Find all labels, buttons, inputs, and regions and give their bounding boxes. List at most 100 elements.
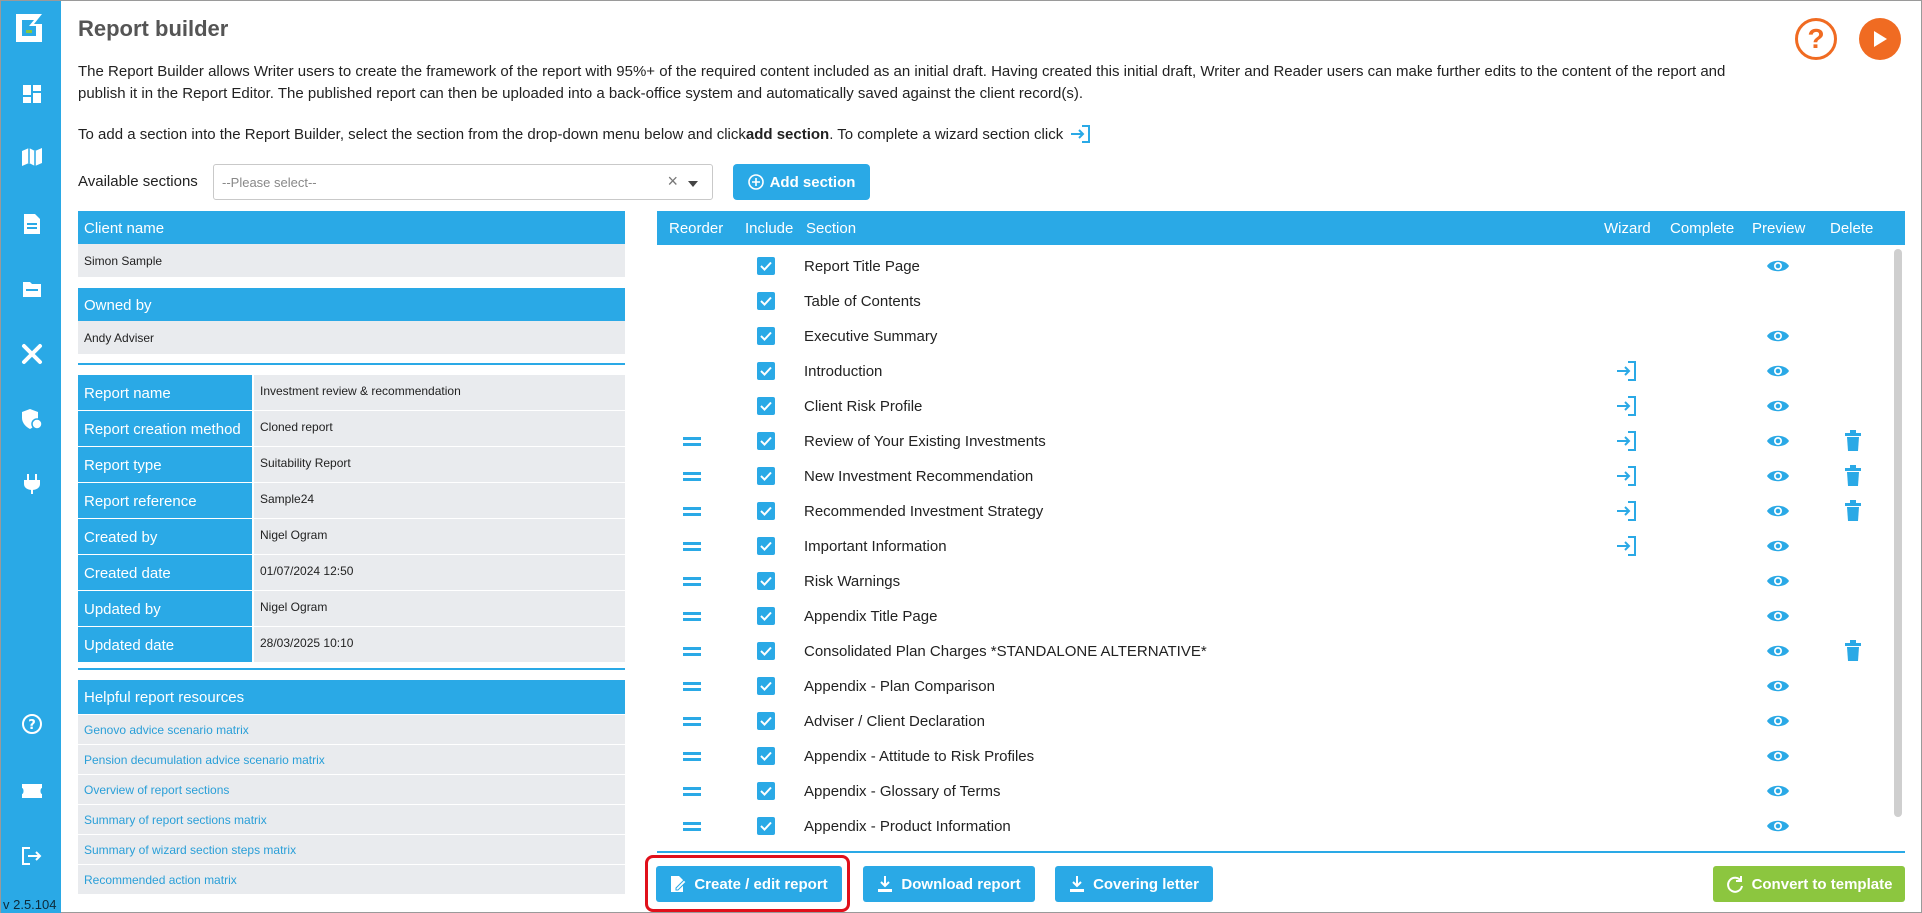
include-checkbox[interactable] <box>757 292 775 310</box>
resource-link[interactable]: Recommended action matrix <box>78 865 625 894</box>
available-sections-select[interactable]: --Please select-- × <box>213 164 713 200</box>
include-checkbox[interactable] <box>757 712 775 730</box>
clear-icon[interactable]: × <box>667 171 678 192</box>
drag-handle-icon[interactable] <box>683 542 701 554</box>
eye-icon[interactable] <box>1766 572 1790 590</box>
wizard-enter-icon[interactable] <box>1615 465 1637 487</box>
svg-text:?: ? <box>28 718 36 733</box>
eye-icon[interactable] <box>1766 677 1790 695</box>
table-scrollbar[interactable] <box>1894 249 1902 817</box>
eye-icon[interactable] <box>1766 432 1790 450</box>
detail-key: Report creation method <box>78 411 252 446</box>
wizard-enter-icon[interactable] <box>1615 395 1637 417</box>
eye-icon[interactable] <box>1766 467 1790 485</box>
document-icon[interactable] <box>19 211 45 237</box>
dashboard-icon[interactable] <box>19 81 45 107</box>
eye-icon[interactable] <box>1766 712 1790 730</box>
eye-icon[interactable] <box>1766 782 1790 800</box>
include-checkbox[interactable] <box>757 432 775 450</box>
table-row: Appendix Title Page <box>657 599 1887 634</box>
covering-letter-button[interactable]: Covering letter <box>1055 866 1213 902</box>
col-delete: Delete <box>1830 220 1874 237</box>
drag-handle-icon[interactable] <box>683 717 701 729</box>
drag-handle-icon[interactable] <box>683 787 701 799</box>
include-checkbox[interactable] <box>757 607 775 625</box>
eye-icon[interactable] <box>1766 502 1790 520</box>
drag-handle-icon[interactable] <box>683 752 701 764</box>
ticket-icon[interactable] <box>19 778 45 804</box>
eye-icon[interactable] <box>1766 327 1790 345</box>
eye-icon[interactable] <box>1766 607 1790 625</box>
drag-handle-icon[interactable] <box>683 472 701 484</box>
section-label: Introduction <box>804 363 883 380</box>
include-checkbox[interactable] <box>757 467 775 485</box>
shield-icon[interactable] <box>19 406 45 432</box>
resource-link[interactable]: Overview of report sections <box>78 775 625 804</box>
chevron-down-icon[interactable] <box>688 181 698 187</box>
eye-icon[interactable] <box>1766 537 1790 555</box>
help-circle-icon[interactable]: ? <box>19 711 45 737</box>
create-edit-report-button[interactable]: Create / edit report <box>656 866 842 902</box>
eye-icon[interactable] <box>1766 642 1790 660</box>
include-checkbox[interactable] <box>757 502 775 520</box>
section-label: Important Information <box>804 538 947 555</box>
resource-link[interactable]: Pension decumulation advice scenario mat… <box>78 745 625 774</box>
drag-handle-icon[interactable] <box>683 647 701 659</box>
trash-icon[interactable] <box>1844 640 1862 662</box>
include-checkbox[interactable] <box>757 257 775 275</box>
client-name-header: Client name <box>78 211 625 244</box>
app-logo-icon[interactable] <box>12 11 46 45</box>
include-checkbox[interactable] <box>757 362 775 380</box>
wizard-enter-icon[interactable] <box>1615 535 1637 557</box>
include-checkbox[interactable] <box>757 397 775 415</box>
sidebar: ? v 2.5.104 <box>1 1 61 913</box>
eye-icon[interactable] <box>1766 747 1790 765</box>
include-checkbox[interactable] <box>757 572 775 590</box>
tools-icon[interactable] <box>19 341 45 367</box>
drag-handle-icon[interactable] <box>683 682 701 694</box>
covering-letter-label: Covering letter <box>1093 875 1199 893</box>
detail-key: Report name <box>78 375 252 410</box>
eye-icon[interactable] <box>1766 257 1790 275</box>
trash-icon[interactable] <box>1844 430 1862 452</box>
wizard-enter-icon[interactable] <box>1615 430 1637 452</box>
include-checkbox[interactable] <box>757 817 775 835</box>
include-checkbox[interactable] <box>757 537 775 555</box>
include-checkbox[interactable] <box>757 642 775 660</box>
resource-link[interactable]: Summary of report sections matrix <box>78 805 625 834</box>
client-name-value: Simon Sample <box>78 244 625 277</box>
table-row: Consolidated Plan Charges *STANDALONE AL… <box>657 634 1887 669</box>
download-report-button[interactable]: Download report <box>863 866 1035 902</box>
logout-icon[interactable] <box>19 843 45 869</box>
help-button[interactable]: ? <box>1795 18 1837 60</box>
create-edit-label: Create / edit report <box>694 875 828 893</box>
drag-handle-icon[interactable] <box>683 437 701 449</box>
include-checkbox[interactable] <box>757 747 775 765</box>
detail-value: 28/03/2025 10:10 <box>254 627 625 662</box>
drag-handle-icon[interactable] <box>683 612 701 624</box>
drag-handle-icon[interactable] <box>683 577 701 589</box>
trash-icon[interactable] <box>1844 500 1862 522</box>
trash-icon[interactable] <box>1844 465 1862 487</box>
add-section-button[interactable]: Add section <box>733 164 870 200</box>
eye-icon[interactable] <box>1766 397 1790 415</box>
plug-icon[interactable] <box>19 471 45 497</box>
eye-icon[interactable] <box>1766 362 1790 380</box>
folder-icon[interactable] <box>19 276 45 302</box>
resource-link[interactable]: Genovo advice scenario matrix <box>78 715 625 744</box>
wizard-enter-icon[interactable] <box>1615 360 1637 382</box>
resource-link[interactable]: Summary of wizard section steps matrix <box>78 835 625 864</box>
play-tutorial-button[interactable] <box>1859 18 1901 60</box>
include-checkbox[interactable] <box>757 327 775 345</box>
book-map-icon[interactable] <box>19 144 45 170</box>
include-checkbox[interactable] <box>757 677 775 695</box>
table-row: Client Risk Profile <box>657 389 1887 424</box>
wizard-enter-icon[interactable] <box>1615 500 1637 522</box>
detail-key: Updated date <box>78 627 252 662</box>
drag-handle-icon[interactable] <box>683 507 701 519</box>
include-checkbox[interactable] <box>757 782 775 800</box>
eye-icon[interactable] <box>1766 817 1790 835</box>
col-section: Section <box>806 220 857 237</box>
drag-handle-icon[interactable] <box>683 822 701 834</box>
convert-to-template-button[interactable]: Convert to template <box>1713 866 1905 902</box>
